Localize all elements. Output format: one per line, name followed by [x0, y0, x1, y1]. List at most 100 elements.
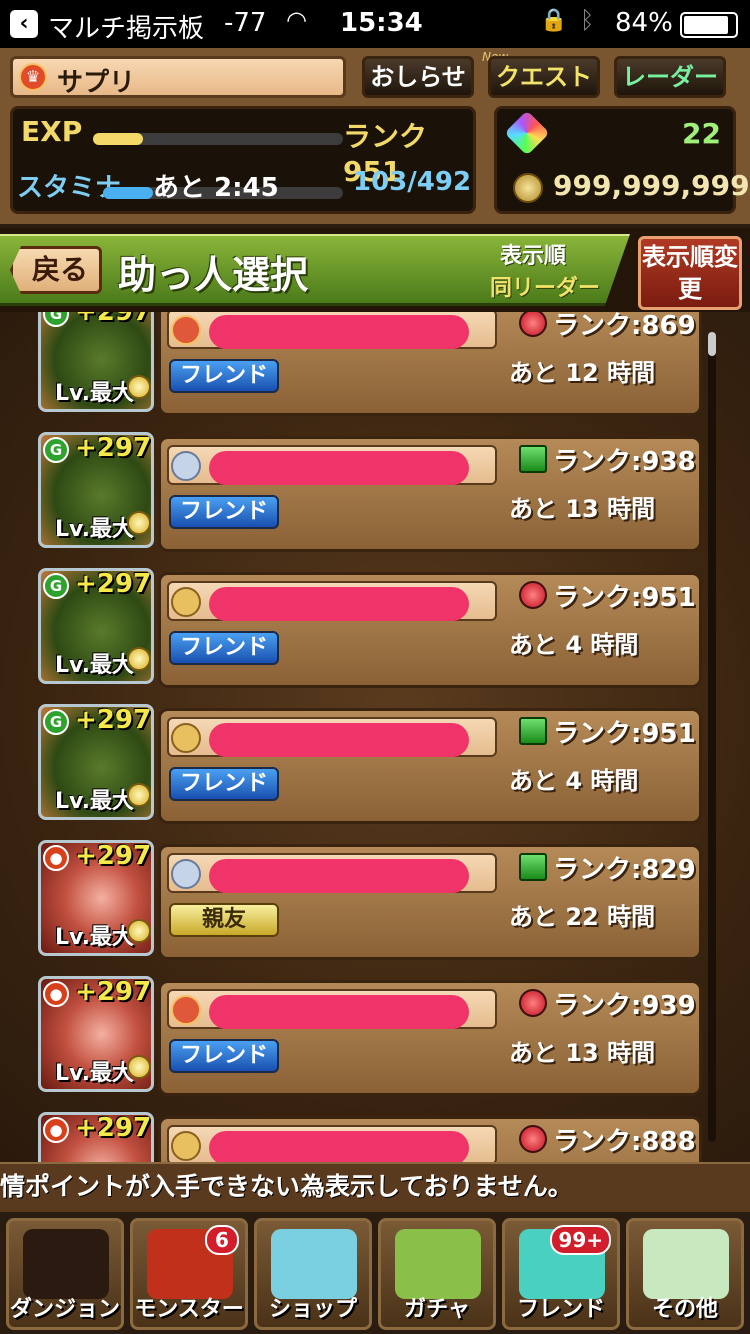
plus-value: +297	[75, 433, 152, 463]
back-to-app-icon[interactable]: ‹	[10, 10, 38, 38]
monster-portrait[interactable]: G +297 Lv.最大	[38, 432, 154, 548]
status-indicator-icon	[519, 717, 547, 745]
nav-shop-button[interactable]: ショップ	[254, 1218, 372, 1330]
helper-list[interactable]: G +297 Lv.最大 フレンド ランク:869 あと 12 時間 G +29…	[0, 312, 750, 1162]
redacted-name	[209, 587, 469, 621]
rank-badge-icon	[171, 995, 201, 1025]
currency-box: 22 999,999,999+	[494, 106, 750, 214]
redacted-name	[209, 995, 469, 1029]
radar-button[interactable]: レーダー	[614, 56, 726, 98]
signal-strength: -77	[224, 8, 267, 38]
nav-gacha-icon	[395, 1229, 481, 1299]
helper-card[interactable]: フレンド ランク:869 あと 12 時間	[158, 312, 702, 416]
helper-card[interactable]: フレンド ランク:951 あと 4 時間	[158, 572, 702, 688]
helper-row[interactable]: ● +297 ランク:888	[34, 1112, 702, 1162]
monster-portrait[interactable]: G +297 Lv.最大	[38, 312, 154, 412]
helper-row[interactable]: G +297 Lv.最大 フレンド ランク:951 あと 4 時間	[34, 704, 702, 830]
awoken-icon	[127, 375, 151, 399]
helper-row[interactable]: G +297 Lv.最大 フレンド ランク:951 あと 4 時間	[34, 568, 702, 694]
last-login: あと 13 時間	[509, 495, 656, 523]
status-indicator-icon	[519, 1125, 547, 1153]
bluetooth-icon: ᛒ	[580, 6, 595, 34]
helper-row[interactable]: G +297 Lv.最大 フレンド ランク:869 あと 12 時間	[34, 312, 702, 422]
back-app-name[interactable]: マルチ掲示板	[48, 8, 204, 45]
redacted-name	[209, 723, 469, 757]
relation-tag: フレンド	[169, 1039, 279, 1073]
awoken-icon	[127, 783, 151, 807]
nav-dungeon-button[interactable]: ダンジョン	[6, 1218, 124, 1330]
plus-value: +297	[75, 977, 152, 1007]
stamina-timer: あと 2:45	[153, 173, 279, 203]
battery-percent: 84%	[615, 8, 673, 38]
monster-portrait[interactable]: ● +297 Lv.最大	[38, 976, 154, 1092]
helper-name-field	[167, 312, 497, 349]
nav-label: ショップ	[268, 1297, 357, 1322]
coin-count: 999,999,999+	[553, 169, 750, 202]
awoken-icon	[127, 1055, 151, 1079]
monster-portrait[interactable]: ● +297	[38, 1112, 154, 1162]
magic-stone-icon	[504, 110, 550, 156]
magic-stone-count: 22	[682, 117, 721, 150]
awoken-icon	[127, 511, 151, 535]
plus-value: +297	[75, 1113, 152, 1143]
helper-name-field	[167, 1125, 497, 1162]
nav-gacha-button[interactable]: ガチャ	[378, 1218, 496, 1330]
helper-card[interactable]: フレンド ランク:951 あと 4 時間	[158, 708, 702, 824]
status-indicator-icon	[519, 853, 547, 881]
plus-value: +297	[75, 569, 152, 599]
helper-card[interactable]: フレンド ランク:938 あと 13 時間	[158, 436, 702, 552]
relation-tag: 親友	[169, 903, 279, 937]
battery-icon	[680, 12, 738, 38]
monster-level: Lv.最大	[55, 1061, 134, 1086]
nav-friend-button[interactable]: 99+ フレンド	[502, 1218, 620, 1330]
attribute-icon: G	[43, 709, 69, 735]
back-button[interactable]: 戻る	[10, 246, 102, 294]
nav-label: モンスター	[134, 1297, 244, 1322]
sort-label: 表示順	[500, 244, 567, 269]
nav-dungeon-icon	[23, 1229, 109, 1299]
helper-row[interactable]: ● +297 Lv.最大 親友 ランク:829 あと 22 時間	[34, 840, 702, 966]
helper-card[interactable]: 親友 ランク:829 あと 22 時間	[158, 844, 702, 960]
player-name-bar: ♛ サプリ	[10, 56, 346, 98]
helper-rank: ランク:951	[553, 719, 696, 749]
plus-value: +297	[75, 841, 152, 871]
helper-name-field	[167, 581, 497, 621]
scrollbar[interactable]	[708, 332, 716, 1142]
clock: 15:34	[340, 8, 423, 38]
scroll-thumb[interactable]	[708, 332, 716, 356]
sort-change-button[interactable]: 表示順変更	[638, 236, 742, 310]
status-bar: ‹ マルチ掲示板 -77 ◠ 15:34 🔒 ᛒ 84%	[0, 0, 750, 48]
monster-portrait[interactable]: G +297 Lv.最大	[38, 704, 154, 820]
relation-tag: フレンド	[169, 767, 279, 801]
nav-monster-button[interactable]: 6 モンスター	[130, 1218, 248, 1330]
nav-label: その他	[651, 1297, 718, 1322]
plus-value: +297	[75, 705, 152, 735]
coin-icon	[513, 173, 543, 203]
helper-card[interactable]: フレンド ランク:939 あと 13 時間	[158, 980, 702, 1096]
helper-name-field	[167, 989, 497, 1029]
helper-card[interactable]: ランク:888	[158, 1116, 702, 1162]
news-button[interactable]: おしらせ	[362, 56, 474, 98]
quest-button[interactable]: クエスト	[488, 56, 600, 98]
attribute-icon: G	[43, 437, 69, 463]
rank-badge-icon	[171, 451, 201, 481]
redacted-name	[209, 451, 469, 485]
last-login: あと 22 時間	[509, 903, 656, 931]
monster-portrait[interactable]: G +297 Lv.最大	[38, 568, 154, 684]
helper-name-field	[167, 717, 497, 757]
title-bar: 戻る 助っ人選択 表示順 同リーダー 表示順変更	[0, 228, 750, 312]
nav-other-button[interactable]: その他	[626, 1218, 744, 1330]
stats-box: EXP ランク 951 スタミナ あと 2:45 103/492	[10, 106, 476, 214]
helper-row[interactable]: G +297 Lv.最大 フレンド ランク:938 あと 13 時間	[34, 432, 702, 558]
monster-portrait[interactable]: ● +297 Lv.最大	[38, 840, 154, 956]
helper-rank: ランク:951	[553, 583, 696, 613]
helper-row[interactable]: ● +297 Lv.最大 フレンド ランク:939 あと 13 時間	[34, 976, 702, 1102]
relation-tag: フレンド	[169, 631, 279, 665]
stamina-value: 103/492	[353, 167, 472, 197]
helper-rank: ランク:938	[553, 447, 696, 477]
last-login: あと 4 時間	[509, 767, 639, 795]
relation-tag: フレンド	[169, 359, 279, 393]
attribute-icon: G	[43, 312, 69, 327]
monster-level: Lv.最大	[55, 517, 134, 542]
exp-label: EXP	[21, 115, 83, 148]
